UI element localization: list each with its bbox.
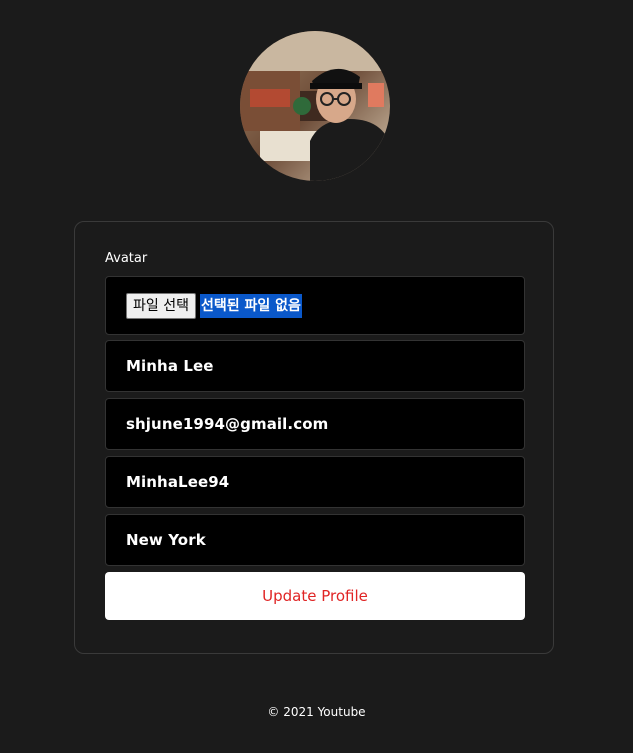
avatar-label: Avatar (105, 251, 148, 266)
username-field[interactable]: MinhaLee94 (105, 456, 525, 508)
avatar-file-input[interactable]: 파일 선택 선택된 파일 없음 (105, 276, 525, 335)
file-status-text: 선택된 파일 없음 (199, 293, 302, 318)
profile-avatar (240, 31, 390, 181)
name-field[interactable]: Minha Lee (105, 340, 525, 392)
location-field-value: New York (126, 531, 206, 549)
email-field-value: shjune1994@gmail.com (126, 415, 329, 433)
avatar-photo (240, 31, 390, 181)
choose-file-button[interactable]: 파일 선택 (126, 292, 196, 319)
username-field-value: MinhaLee94 (126, 473, 230, 491)
footer-copyright: © 2021 Youtube (267, 705, 366, 719)
update-profile-button[interactable]: Update Profile (105, 572, 525, 620)
location-field[interactable]: New York (105, 514, 525, 566)
email-field[interactable]: shjune1994@gmail.com (105, 398, 525, 450)
name-field-value: Minha Lee (126, 357, 214, 375)
